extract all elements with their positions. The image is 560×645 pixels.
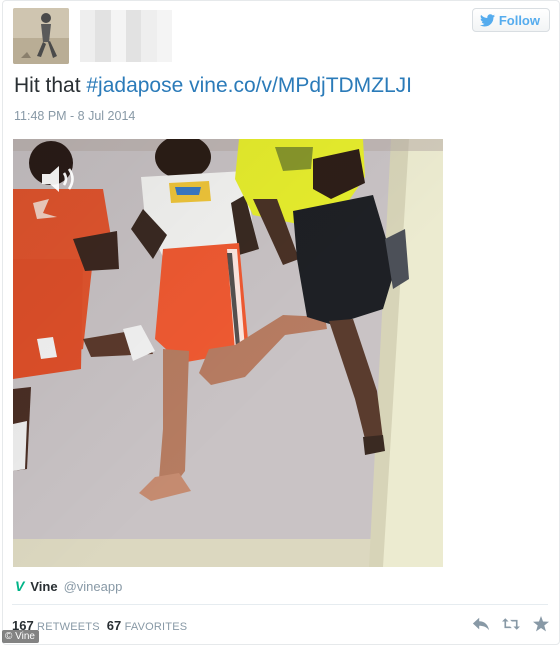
tweet-body: Hit that [14,74,87,97]
favorites-count: 67 [106,618,122,633]
vine-name: Vine [30,578,58,594]
retweets-label: RETWEETS [37,621,100,633]
avatar[interactable] [13,8,69,64]
twitter-bird-icon [479,13,495,26]
reply-icon[interactable] [472,616,490,637]
vine-attribution[interactable]: V Vine @vineapp [15,578,122,594]
follow-button[interactable]: Follow [471,8,550,32]
volume-icon[interactable] [40,164,80,194]
hashtag-link[interactable]: #jadapose [86,74,183,97]
vine-logo-icon: V [15,578,25,594]
favorite-icon[interactable] [532,616,550,637]
favorites-stat[interactable]: 67 FAVORITES [107,618,188,633]
tweet-text: Hit that #jadapose vine.co/v/MPdjTDMZLJI [14,74,412,98]
vine-watermark: © Vine [2,630,39,643]
favorites-label: FAVORITES [124,621,188,633]
vine-link[interactable]: vine.co/v/MPdjTDMZLJI [189,74,412,97]
vine-video[interactable] [13,139,443,567]
timestamp[interactable]: 11:48 PM - 8 Jul 2014 [14,109,135,123]
tweet-actions [472,616,550,637]
retweet-icon[interactable] [502,616,520,637]
video-frame [13,139,443,567]
vine-handle: @vineapp [63,578,123,594]
follow-label: Follow [498,12,540,28]
divider [12,604,548,605]
blurred-username [80,10,172,62]
